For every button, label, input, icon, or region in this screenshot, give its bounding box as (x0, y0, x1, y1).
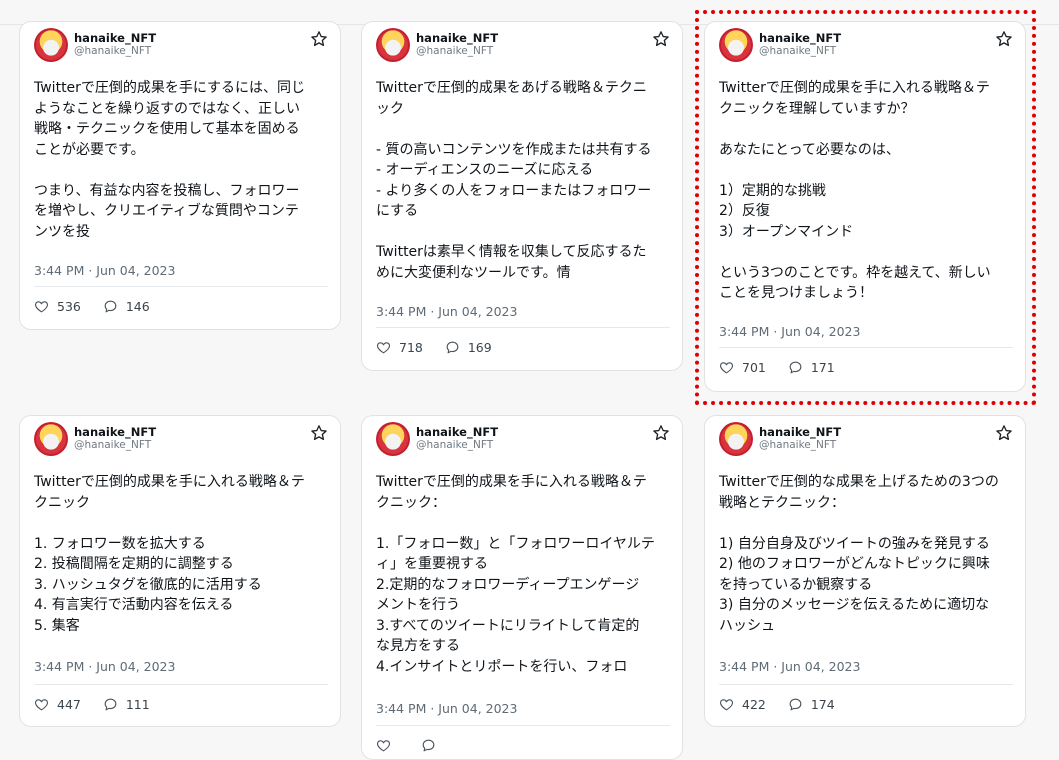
reply-icon[interactable] (788, 360, 803, 375)
tweet-card[interactable]: hanaike_NFT @hanaike_NFT Twitterで圧倒的成果をあ… (361, 21, 683, 371)
author-handle[interactable]: @hanaike_NFT (759, 439, 841, 452)
author-block: hanaike_NFT @hanaike_NFT (416, 426, 498, 452)
author-handle[interactable]: @hanaike_NFT (74, 439, 156, 452)
tweet-timestamp: 3:44 PM · Jun 04, 2023 (34, 263, 176, 278)
tweet-stats: 536 146 (34, 299, 172, 314)
tweet-text: Twitterで圧倒的成果を手にするには、同じ ようなことを繰り返すのではなく、… (34, 80, 306, 240)
reply-count: 111 (125, 697, 150, 712)
author-handle[interactable]: @hanaike_NFT (759, 45, 841, 58)
star-icon[interactable] (652, 424, 670, 442)
tweet-card[interactable]: hanaike_NFT @hanaike_NFT Twitterで圧倒的成果を手… (361, 415, 683, 760)
tweet-timestamp: 3:44 PM · Jun 04, 2023 (376, 701, 518, 716)
tweet-text: Twitterで圧倒的成果をあげる戦略＆テクニ ック - 質の高いコンテンツを作… (376, 80, 652, 281)
author-handle[interactable]: @hanaike_NFT (416, 45, 498, 58)
heart-icon[interactable] (719, 360, 734, 375)
reply-count: 169 (467, 340, 492, 355)
star-icon[interactable] (995, 30, 1013, 48)
like-count: 718 (399, 340, 423, 355)
tweet-timestamp: 3:44 PM · Jun 04, 2023 (719, 324, 861, 339)
tweet-header: hanaike_NFT @hanaike_NFT (719, 28, 1013, 68)
author-block: hanaike_NFT @hanaike_NFT (759, 32, 841, 58)
star-icon[interactable] (995, 424, 1013, 442)
tweet-timestamp: 3:44 PM · Jun 04, 2023 (376, 304, 518, 319)
avatar[interactable] (719, 422, 753, 456)
like-count: 701 (742, 360, 766, 375)
author-name[interactable]: hanaike_NFT (759, 426, 841, 439)
heart-icon[interactable] (34, 299, 49, 314)
author-block: hanaike_NFT @hanaike_NFT (759, 426, 841, 452)
author-block: hanaike_NFT @hanaike_NFT (416, 32, 498, 58)
author-name[interactable]: hanaike_NFT (759, 32, 841, 45)
tweet-header: hanaike_NFT @hanaike_NFT (719, 422, 1013, 462)
tweet-timestamp: 3:44 PM · Jun 04, 2023 (719, 659, 861, 674)
tweet-stats: 422 174 (719, 697, 857, 712)
tweet-header: hanaike_NFT @hanaike_NFT (34, 28, 328, 68)
avatar[interactable] (376, 28, 410, 62)
divider (719, 347, 1013, 348)
divider (34, 286, 328, 287)
author-handle[interactable]: @hanaike_NFT (74, 45, 156, 58)
avatar[interactable] (719, 28, 753, 62)
divider (376, 327, 670, 328)
star-icon[interactable] (310, 30, 328, 48)
author-name[interactable]: hanaike_NFT (74, 32, 156, 45)
tweet-header: hanaike_NFT @hanaike_NFT (34, 422, 328, 462)
heart-icon[interactable] (376, 340, 391, 355)
like-count: 422 (742, 697, 766, 712)
reply-count: 174 (810, 697, 835, 712)
author-block: hanaike_NFT @hanaike_NFT (74, 426, 156, 452)
divider (376, 725, 670, 726)
tweet-stats: 718 169 (376, 340, 514, 355)
tweet-timestamp: 3:44 PM · Jun 04, 2023 (34, 659, 176, 674)
avatar[interactable] (34, 28, 68, 62)
reply-icon[interactable] (788, 697, 803, 712)
avatar[interactable] (376, 422, 410, 456)
tweet-header: hanaike_NFT @hanaike_NFT (376, 28, 670, 68)
tweet-card[interactable]: hanaike_NFT @hanaike_NFT Twitterで圧倒的成果を手… (704, 21, 1026, 392)
author-name[interactable]: hanaike_NFT (416, 426, 498, 439)
star-icon[interactable] (310, 424, 328, 442)
tweet-card[interactable]: hanaike_NFT @hanaike_NFT Twitterで圧倒的成果を手… (19, 415, 341, 727)
star-icon[interactable] (652, 30, 670, 48)
tweet-text: Twitterで圧倒的成果を手に入れる戦略＆テ クニック： 1.「フォロー数」と… (376, 474, 655, 675)
avatar[interactable] (34, 422, 68, 456)
divider (719, 684, 1013, 685)
reply-icon[interactable] (103, 697, 118, 712)
author-name[interactable]: hanaike_NFT (74, 426, 156, 439)
like-count: 536 (57, 299, 81, 314)
reply-icon[interactable] (445, 340, 460, 355)
tweet-text: Twitterで圧倒的な成果を上げるための3つの 戦略とテクニック： 1) 自分… (719, 474, 999, 634)
like-count: 447 (57, 697, 81, 712)
reply-icon[interactable] (103, 299, 118, 314)
tweet-card[interactable]: hanaike_NFT @hanaike_NFT Twitterで圧倒的成果を手… (19, 21, 341, 330)
author-handle[interactable]: @hanaike_NFT (416, 439, 498, 452)
tweet-text: Twitterで圧倒的成果を手に入れる戦略＆テ クニックを理解していますか？ あ… (719, 80, 991, 301)
tweet-header: hanaike_NFT @hanaike_NFT (376, 422, 670, 462)
tweet-stats: 701 171 (719, 360, 857, 375)
tweet-text: Twitterで圧倒的成果を手に入れる戦略＆テ クニック 1. フォロワー数を拡… (34, 474, 305, 634)
reply-count: 146 (125, 299, 150, 314)
divider (34, 684, 328, 685)
heart-icon[interactable] (34, 697, 49, 712)
author-block: hanaike_NFT @hanaike_NFT (74, 32, 156, 58)
tweet-card[interactable]: hanaike_NFT @hanaike_NFT Twitterで圧倒的な成果を… (704, 415, 1026, 727)
heart-icon[interactable] (719, 697, 734, 712)
reply-count: 171 (810, 360, 835, 375)
tweet-stats: 447 111 (34, 697, 172, 712)
author-name[interactable]: hanaike_NFT (416, 32, 498, 45)
